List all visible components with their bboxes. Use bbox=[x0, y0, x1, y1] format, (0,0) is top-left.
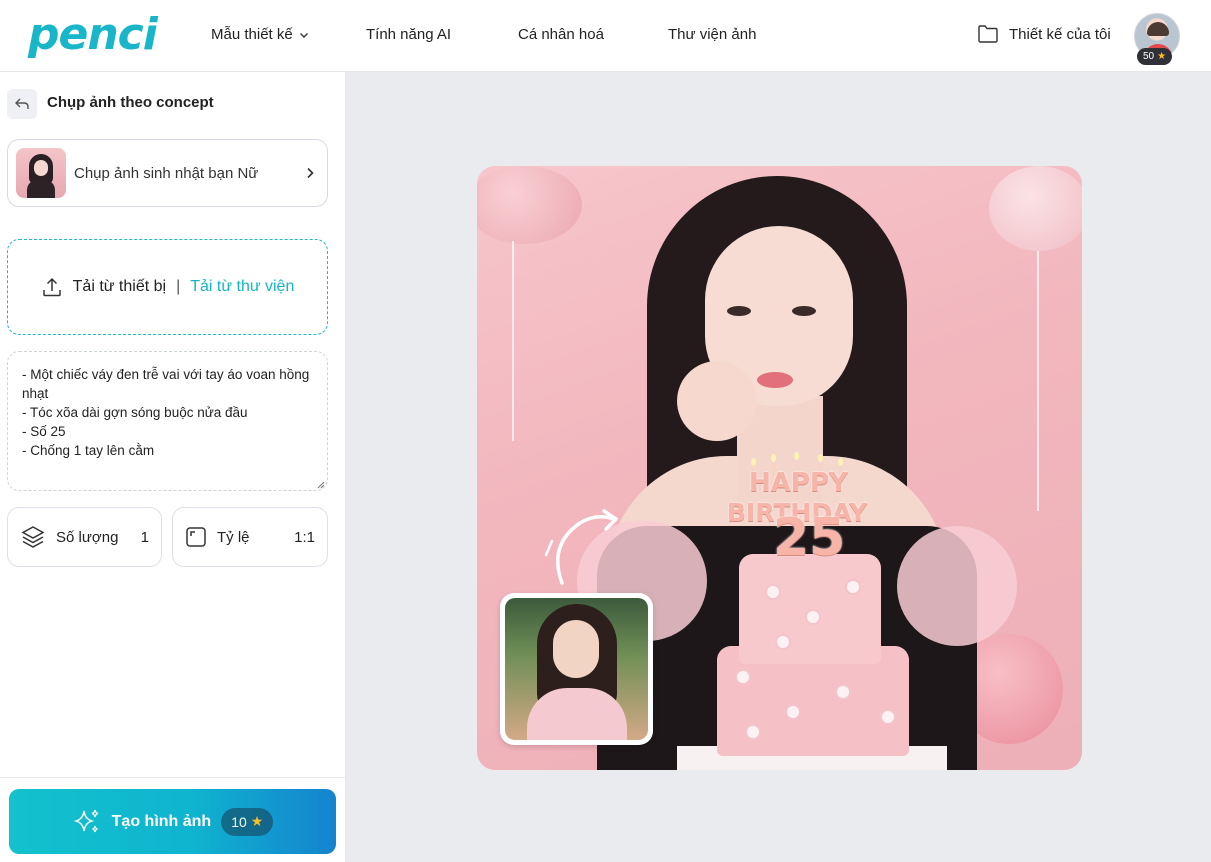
nav-photo-library[interactable]: Thư viện ảnh bbox=[668, 25, 756, 45]
user-menu[interactable]: 50 ★ bbox=[1134, 13, 1180, 67]
ratio-label: Tỷ lệ bbox=[217, 528, 250, 546]
nav-templates[interactable]: Mẫu thiết kế bbox=[211, 25, 309, 45]
portrait-sleeve bbox=[897, 526, 1017, 646]
ratio-selector[interactable]: Tỷ lệ 1:1 bbox=[172, 507, 328, 567]
divider bbox=[0, 777, 346, 778]
quantity-selector[interactable]: Số lượng 1 bbox=[7, 507, 162, 567]
cake-topper-number: 25 bbox=[773, 508, 846, 568]
nav-personalize[interactable]: Cá nhân hoá bbox=[518, 25, 604, 45]
nav-ai-features-label: Tính năng AI bbox=[366, 26, 452, 43]
nav-templates-label: Mẫu thiết kế bbox=[211, 26, 293, 43]
my-designs-label: Thiết kế của tôi bbox=[1009, 25, 1111, 43]
portrait-eye bbox=[792, 306, 816, 316]
chevron-down-icon bbox=[299, 33, 308, 38]
concept-selector[interactable]: Chụp ảnh sinh nhật bạn Nữ bbox=[7, 139, 328, 207]
ratio-value: 1:1 bbox=[294, 528, 315, 546]
star-icon: ★ bbox=[250, 813, 264, 829]
star-icon: ★ bbox=[1157, 51, 1167, 62]
nav-personalize-label: Cá nhân hoá bbox=[518, 26, 604, 43]
back-button[interactable] bbox=[7, 89, 37, 119]
portrait-eye bbox=[727, 306, 751, 316]
generate-cost: 10 bbox=[231, 813, 247, 830]
upload-dropzone[interactable]: Tải từ thiết bị | Tải từ thư viện bbox=[7, 239, 328, 335]
quantity-value: 1 bbox=[140, 528, 149, 546]
panel-title: Chụp ảnh theo concept bbox=[47, 94, 214, 111]
concept-label: Chụp ảnh sinh nhật bạn Nữ bbox=[74, 164, 259, 182]
layers-icon bbox=[21, 526, 45, 548]
credit-badge: 50 ★ bbox=[1137, 48, 1173, 65]
upload-device-label: Tải từ thiết bị bbox=[72, 278, 167, 295]
my-designs-link[interactable]: Thiết kế của tôi bbox=[977, 24, 1111, 44]
quantity-label: Số lượng bbox=[56, 528, 119, 546]
resize-handle-icon[interactable] bbox=[316, 480, 325, 489]
balloon bbox=[989, 166, 1082, 251]
folder-icon bbox=[978, 25, 998, 43]
prompt-textarea[interactable]: - Một chiếc váy đen trễ vai với tay áo v… bbox=[7, 351, 328, 491]
upload-separator: | bbox=[176, 278, 181, 295]
balloon bbox=[477, 166, 582, 244]
back-arrow-icon bbox=[15, 98, 29, 109]
portrait-hand bbox=[677, 361, 757, 441]
sparkle-icon bbox=[73, 809, 98, 832]
reference-photo[interactable] bbox=[500, 593, 653, 745]
generate-cost-badge: 10 ★ bbox=[221, 807, 274, 836]
concept-thumbnail bbox=[16, 148, 66, 198]
top-navbar: penci Mẫu thiết kế Tính năng AI Cá nhân … bbox=[0, 0, 1211, 72]
nav-ai-features[interactable]: Tính năng AI bbox=[366, 25, 451, 45]
generate-image-button[interactable]: Tạo hình ảnh 10 ★ bbox=[9, 789, 336, 854]
curved-arrow-icon bbox=[544, 509, 618, 585]
generate-label: Tạo hình ảnh bbox=[111, 812, 212, 830]
left-panel: Chụp ảnh theo concept Chụp ảnh sinh nhật… bbox=[0, 72, 346, 862]
upload-icon bbox=[42, 277, 61, 297]
cake-topper-happy: HAPPY bbox=[749, 468, 848, 498]
nav-photo-library-label: Thư viện ảnh bbox=[668, 26, 757, 43]
aspect-ratio-icon bbox=[186, 527, 206, 547]
credit-count: 50 bbox=[1143, 51, 1155, 62]
upload-from-device[interactable]: Tải từ thiết bị bbox=[41, 276, 166, 298]
cake-top-tier bbox=[739, 554, 881, 664]
upload-from-library[interactable]: Tải từ thư viện bbox=[190, 278, 294, 296]
chevron-right-icon bbox=[307, 167, 314, 179]
penci-logo[interactable]: penci bbox=[28, 10, 158, 60]
portrait-lips bbox=[757, 372, 793, 388]
